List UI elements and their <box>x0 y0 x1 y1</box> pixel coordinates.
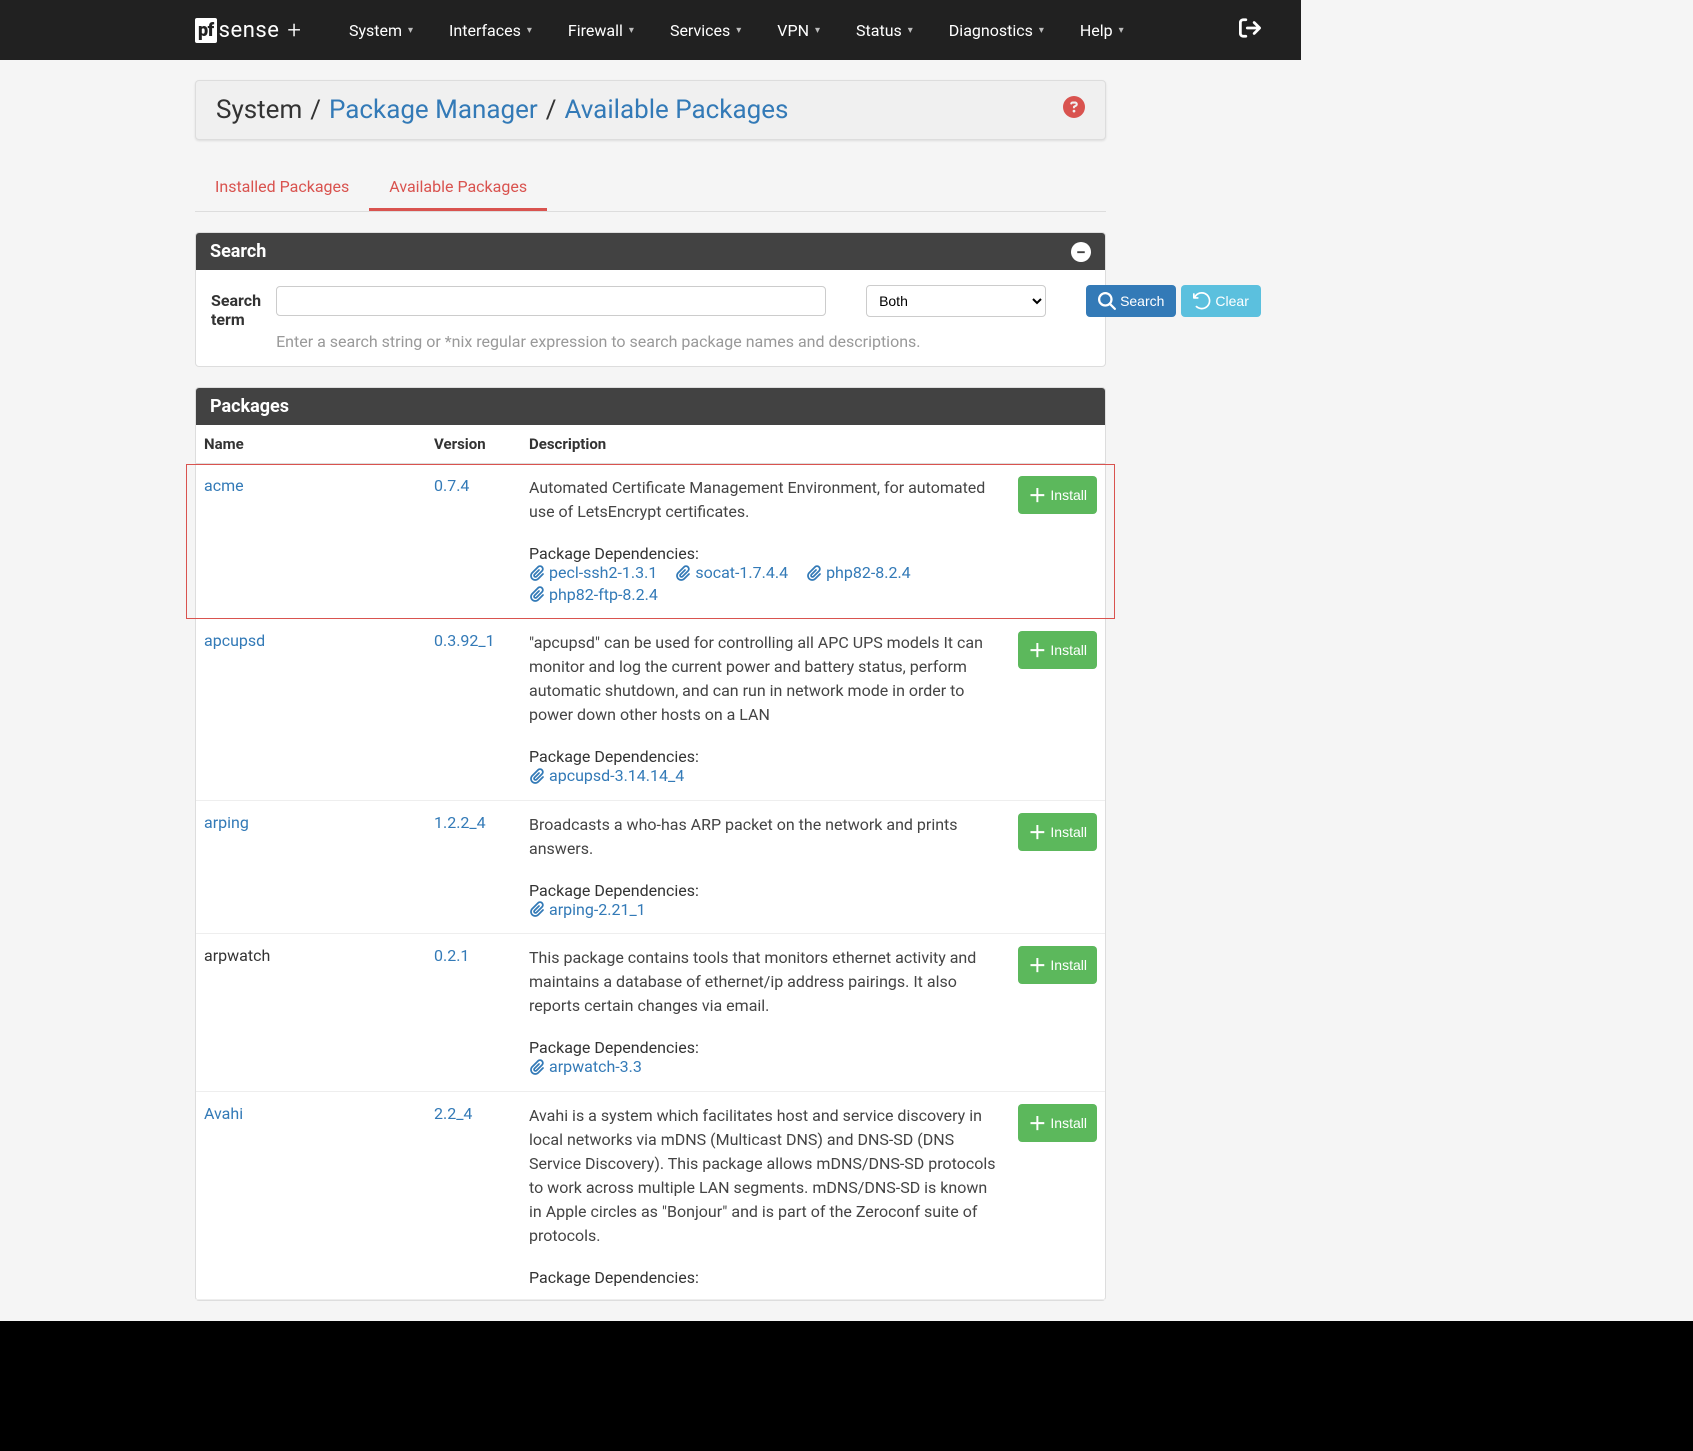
package-name-link[interactable]: acme <box>204 476 244 495</box>
package-dep-link[interactable]: php82-ftp-8.2.4 <box>529 585 658 604</box>
package-description: Avahi is a system which facilitates host… <box>529 1104 1002 1248</box>
clear-button[interactable]: Clear <box>1181 285 1260 317</box>
logout-icon[interactable] <box>1239 17 1301 44</box>
breadcrumb-package-manager[interactable]: Package Manager <box>329 95 538 125</box>
package-deps-label: Package Dependencies: <box>529 1038 1002 1057</box>
breadcrumb-available-packages[interactable]: Available Packages <box>564 95 788 125</box>
packages-panel: Packages Name Version Description acme 0.… <box>195 387 1106 1301</box>
chevron-down-icon: ▾ <box>1119 25 1124 36</box>
chevron-down-icon: ▾ <box>629 25 634 36</box>
nav-item-help[interactable]: Help▾ <box>1062 21 1142 40</box>
package-description: Automated Certificate Management Environ… <box>529 476 1002 524</box>
breadcrumb: System / Package Manager / Available Pac… <box>195 80 1106 140</box>
nav-item-interfaces[interactable]: Interfaces▾ <box>431 21 550 40</box>
search-button[interactable]: Search <box>1086 285 1176 317</box>
tab-available-packages[interactable]: Available Packages <box>369 165 547 211</box>
package-dep-link[interactable]: pecl-ssh2-1.3.1 <box>529 563 657 582</box>
collapse-icon[interactable] <box>1071 242 1091 262</box>
package-name-link[interactable]: apcupsd <box>204 631 265 650</box>
package-version: 1.2.2_4 <box>434 813 486 832</box>
chevron-down-icon: ▾ <box>408 25 413 36</box>
search-panel-title: Search <box>210 241 266 262</box>
package-dep-link[interactable]: arping-2.21_1 <box>529 900 646 919</box>
breadcrumb-root: System <box>216 95 302 125</box>
package-version: 0.3.92_1 <box>434 631 495 650</box>
plus-icon: ＋ <box>1028 637 1046 663</box>
package-dep-link[interactable]: php82-8.2.4 <box>806 563 911 582</box>
install-button[interactable]: ＋Install <box>1018 631 1097 669</box>
search-input[interactable] <box>276 286 826 316</box>
table-row: arping 1.2.2_4 Broadcasts a who-has ARP pa… <box>196 800 1105 934</box>
search-panel: Search Search term Both <box>195 232 1106 367</box>
package-description: Broadcasts a who-has ARP packet on the n… <box>529 813 1002 861</box>
footer <box>0 1321 1693 1451</box>
package-version: 0.7.4 <box>434 476 469 495</box>
search-scope-select[interactable]: Both <box>866 285 1046 317</box>
install-button[interactable]: ＋Install <box>1018 1104 1097 1142</box>
nav-item-services[interactable]: Services▾ <box>652 21 759 40</box>
search-term-label: Search term <box>211 285 261 329</box>
package-name-link[interactable]: arping <box>204 813 249 832</box>
nav-item-firewall[interactable]: Firewall▾ <box>550 21 652 40</box>
install-button[interactable]: ＋Install <box>1018 813 1097 851</box>
package-deps-label: Package Dependencies: <box>529 1268 1002 1287</box>
nav-item-diagnostics[interactable]: Diagnostics▾ <box>931 21 1062 40</box>
package-deps-label: Package Dependencies: <box>529 881 1002 900</box>
chevron-down-icon: ▾ <box>1039 25 1044 36</box>
table-row: arpwatch 0.2.1 This package contains tools… <box>196 934 1105 1092</box>
package-name: arpwatch <box>204 946 270 965</box>
chevron-down-icon: ▾ <box>908 25 913 36</box>
nav-item-status[interactable]: Status▾ <box>838 21 931 40</box>
search-help-text: Enter a search string or *nix regular ex… <box>276 332 1261 351</box>
package-deps-label: Package Dependencies: <box>529 747 1002 766</box>
package-dep-link[interactable]: arpwatch-3.3 <box>529 1057 642 1076</box>
th-description: Description <box>521 425 1010 464</box>
chevron-down-icon: ▾ <box>736 25 741 36</box>
plus-icon: ＋ <box>1028 1110 1046 1136</box>
plus-icon: ＋ <box>1028 819 1046 845</box>
help-icon[interactable] <box>1063 96 1085 124</box>
chevron-down-icon: ▾ <box>815 25 820 36</box>
table-row: Avahi 2.2_4 Avahi is a system which facili… <box>196 1091 1105 1299</box>
package-name-link[interactable]: Avahi <box>204 1104 243 1123</box>
th-version: Version <box>426 425 521 464</box>
install-button[interactable]: ＋Install <box>1018 476 1097 514</box>
table-row: apcupsd 0.3.92_1 "apcupsd" can be used for… <box>196 619 1105 801</box>
nav-item-vpn[interactable]: VPN▾ <box>759 21 838 40</box>
chevron-down-icon: ▾ <box>527 25 532 36</box>
package-dep-link[interactable]: apcupsd-3.14.14_4 <box>529 766 684 785</box>
nav-item-system[interactable]: System▾ <box>331 21 431 40</box>
package-description: "apcupsd" can be used for controlling al… <box>529 631 1002 727</box>
install-button[interactable]: ＋Install <box>1018 946 1097 984</box>
th-name: Name <box>196 425 426 464</box>
package-deps-label: Package Dependencies: <box>529 544 1002 563</box>
package-dep-link[interactable]: socat-1.7.4.4 <box>675 563 788 582</box>
package-description: This package contains tools that monitor… <box>529 946 1002 1018</box>
package-version: 0.2.1 <box>434 946 469 965</box>
plus-icon: ＋ <box>1028 482 1046 508</box>
plus-icon: ＋ <box>1028 952 1046 978</box>
package-version: 2.2_4 <box>434 1104 472 1123</box>
table-row: acme 0.7.4 Automated Certificate Managemen… <box>196 464 1105 619</box>
navbar: pfsense+ System▾Interfaces▾Firewall▾Serv… <box>0 0 1301 60</box>
tabs: Installed Packages Available Packages <box>195 165 1106 212</box>
tab-installed-packages[interactable]: Installed Packages <box>195 165 369 211</box>
logo[interactable]: pfsense+ <box>195 16 301 44</box>
packages-panel-title: Packages <box>210 396 289 417</box>
